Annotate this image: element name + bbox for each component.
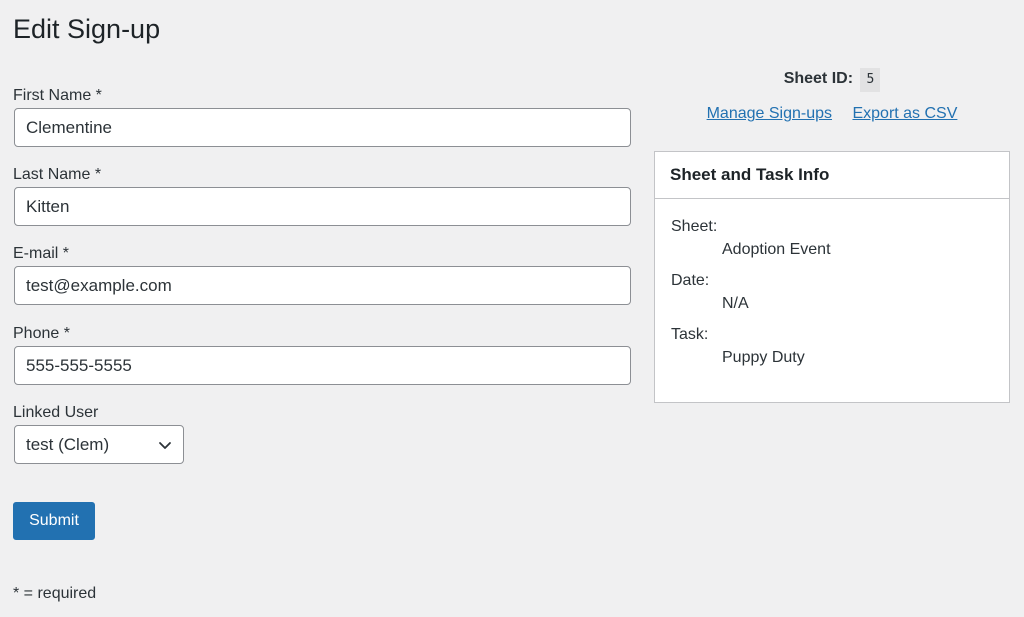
sheet-action-links: Manage Sign-ups Export as CSV: [654, 103, 1010, 125]
date-value: N/A: [722, 295, 749, 312]
task-value: Puppy Duty: [722, 349, 805, 366]
export-csv-link[interactable]: Export as CSV: [852, 105, 957, 122]
task-term: Task:: [671, 326, 709, 343]
sheet-id-label: Sheet ID:: [783, 70, 854, 87]
page-title: Edit Sign-up: [13, 14, 161, 44]
email-field-group: E-mail *: [13, 244, 631, 305]
phone-input[interactable]: [14, 346, 631, 385]
date-term: Date:: [671, 272, 710, 289]
last-name-field-group: Last Name *: [13, 165, 631, 226]
first-name-input[interactable]: [14, 108, 631, 147]
first-name-label: First Name *: [13, 87, 102, 104]
manage-signups-link[interactable]: Manage Sign-ups: [707, 105, 832, 122]
phone-field-group: Phone *: [13, 324, 631, 385]
linked-user-select[interactable]: test (Clem): [14, 425, 184, 464]
email-input[interactable]: [14, 266, 631, 305]
sheet-task-info-box: Sheet and Task Info Sheet: Adoption Even…: [654, 151, 1010, 403]
linked-user-selected-value: test (Clem): [26, 435, 110, 454]
submit-button[interactable]: Submit: [13, 502, 95, 540]
sheet-id: Sheet ID: 5: [654, 67, 1010, 92]
phone-label: Phone *: [13, 325, 70, 342]
sheet-value: Adoption Event: [722, 241, 831, 258]
email-label: E-mail *: [13, 245, 70, 262]
linked-user-label: Linked User: [13, 404, 99, 421]
required-note: * = required: [13, 585, 97, 602]
last-name-label: Last Name *: [13, 166, 102, 183]
info-box-body: Sheet: Adoption Event Date: N/A Task: Pu…: [655, 199, 1009, 368]
last-name-input[interactable]: [14, 187, 631, 226]
first-name-field-group: First Name *: [13, 86, 631, 147]
sheet-id-value: 5: [860, 68, 881, 92]
info-box-title: Sheet and Task Info: [655, 152, 1009, 199]
chevron-down-icon: [157, 426, 173, 463]
sheet-term: Sheet:: [671, 218, 718, 235]
linked-user-field-group: Linked User test (Clem): [13, 403, 184, 464]
